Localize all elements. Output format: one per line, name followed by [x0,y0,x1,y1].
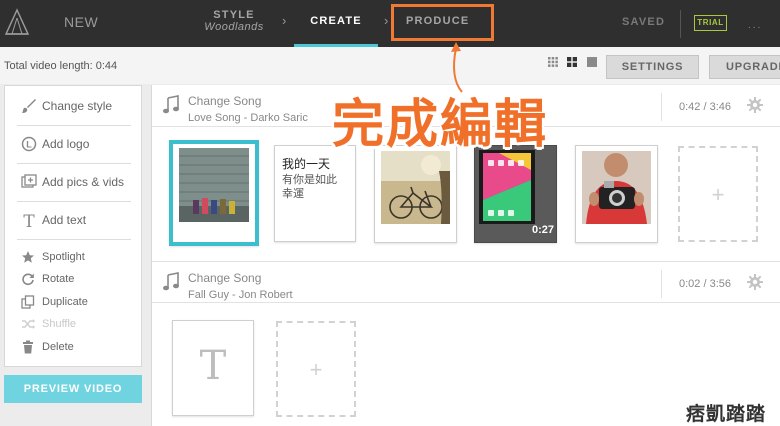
upgrade-button[interactable]: UPGRADE [709,55,780,79]
option-label: Rotate [42,273,75,285]
single-view-icon[interactable] [587,57,597,67]
option-label: Shuffle [42,318,77,330]
song-title: Love Song - Darko Saric [188,112,308,124]
tool-label: Add text [42,213,87,227]
slide-thumbnail[interactable] [575,145,658,243]
annotation-text: 完成編輯 [332,95,549,155]
nav-style[interactable]: STYLE Woodlands [200,9,268,33]
music-note-icon [163,95,179,114]
watermark: 痞凱踏踏 [686,403,767,425]
add-slide-button[interactable]: + [276,321,356,417]
slide-thumbnail[interactable] [169,140,259,246]
plus-icon: + [309,357,323,382]
option-label: Spotlight [42,251,85,263]
app-logo[interactable] [4,8,30,36]
gear-icon[interactable] [747,274,763,290]
trial-badge: TRIAL [694,15,727,31]
option-label: Duplicate [42,296,88,308]
top-nav: NEW STYLE Woodlands › CREATE › PRODUCE S… [0,0,780,47]
camera-photo [582,151,651,224]
logo-icon: L [21,136,37,152]
add-media-icon [21,174,37,188]
text-icon: T [23,212,35,228]
video-slide[interactable]: 0:27 [474,145,557,243]
edit-sidebar: Change style L Add logo Add pics & vids … [4,85,142,367]
plus-icon: + [711,182,725,207]
tab-create[interactable]: CREATE [294,0,378,47]
divider [661,93,662,121]
tool-label: Add logo [42,137,90,151]
slide-text-line: 我的一天 [282,157,331,171]
tab-create-label: CREATE [310,15,362,27]
music-note-icon [163,272,179,291]
change-song-link[interactable]: Change Song [188,94,261,108]
brush-icon [22,99,36,113]
chevron-right-icon: › [384,13,389,28]
svg-text:T: T [23,212,35,228]
saved-status: SAVED [622,16,666,28]
song-header: Change Song Fall Guy - Jon Robert 0:02 /… [152,261,780,303]
settings-button[interactable]: SETTINGS [606,55,699,79]
nav-divider [680,10,681,38]
duplicate-icon [21,295,35,309]
add-text-button[interactable]: T Add text [17,202,131,240]
slide-text-line: 幸運 [282,188,304,200]
song-title: Fall Guy - Jon Robert [188,289,293,301]
video-length: Total video length: 0:44 [4,60,118,72]
grid-large-icon[interactable] [567,57,577,67]
song-duration: 0:42 / 3:46 [679,101,731,113]
svg-text:L: L [26,140,32,150]
slide-thumbnail[interactable] [374,145,457,243]
gear-icon[interactable] [747,97,763,113]
rotate-icon [22,273,34,286]
nav-style-label: STYLE [213,9,255,21]
add-slide-button[interactable]: + [678,146,758,242]
option-label: Delete [42,341,74,353]
nav-new[interactable]: NEW [64,14,98,30]
add-logo-button[interactable]: L Add logo [17,126,131,164]
change-style-button[interactable]: Change style [17,88,131,126]
video-duration: 0:27 [531,224,554,236]
divider [661,270,662,298]
boots-photo [179,148,249,222]
text-placeholder-slide[interactable]: T [172,320,254,416]
text-placeholder-glyph: T [199,343,227,389]
nav-style-value: Woodlands [204,21,264,33]
more-menu[interactable]: ... [748,20,762,31]
chevron-right-icon: › [282,13,287,28]
preview-video-button[interactable]: PREVIEW VIDEO [4,375,142,403]
add-media-button[interactable]: Add pics & vids [17,164,131,202]
tool-label: Change style [42,99,113,113]
phone-screen-video [479,150,535,224]
text-slide[interactable]: 我的一天 有你是如此 幸運 [274,145,356,242]
grid-small-icon[interactable] [548,57,558,67]
song-duration: 0:02 / 3:56 [679,278,731,290]
tool-label: Add pics & vids [42,175,125,189]
bicycle-photo [381,151,450,224]
change-song-link[interactable]: Change Song [188,271,261,285]
shuffle-icon [22,319,35,329]
star-icon [22,251,34,263]
produce-highlight-box [391,4,494,41]
trash-icon [23,340,33,354]
